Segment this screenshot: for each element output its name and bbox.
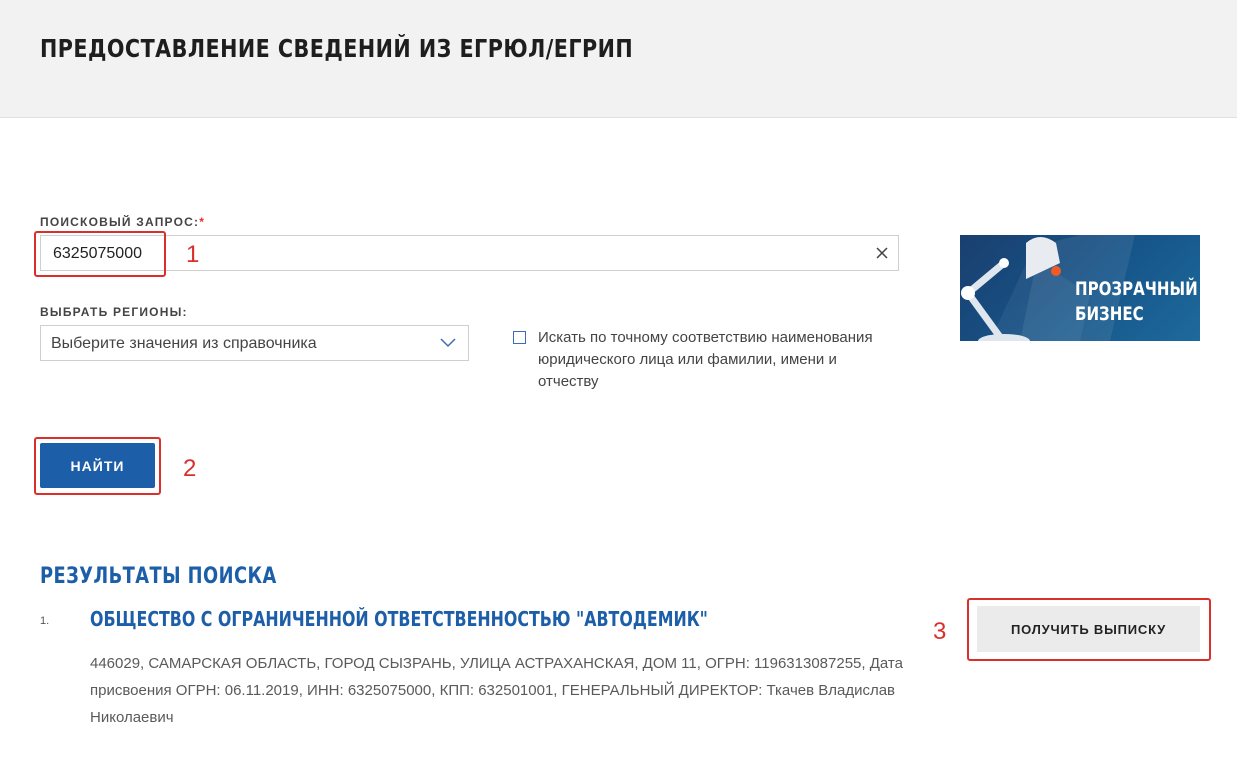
highlight-box-2 xyxy=(34,437,161,495)
required-mark: * xyxy=(199,215,206,229)
result-company-link[interactable]: ОБЩЕСТВО С ОГРАНИЧЕННОЙ ОТВЕТСТВЕННОСТЬЮ… xyxy=(90,607,708,631)
annotation-3: 3 xyxy=(933,618,947,645)
exact-match-checkbox[interactable] xyxy=(513,331,526,344)
result-details: 446029, САМАРСКАЯ ОБЛАСТЬ, ГОРОД СЫЗРАНЬ… xyxy=(90,655,903,726)
regions-select-value: Выберите значения из справочника xyxy=(51,335,317,352)
close-icon[interactable] xyxy=(874,245,890,261)
search-field xyxy=(40,235,899,272)
chevron-down-icon xyxy=(440,338,456,348)
page-title: ПРЕДОСТАВЛЕНИЕ СВЕДЕНИЙ ИЗ ЕГРЮЛ/ЕГРИП xyxy=(40,34,634,63)
results-title: РЕЗУЛЬТАТЫ ПОИСКА xyxy=(40,564,277,589)
regions-select[interactable]: Выберите значения из справочника xyxy=(40,325,469,361)
exact-match-label: Искать по точному соответствию наименова… xyxy=(538,329,873,390)
highlight-box-3 xyxy=(967,598,1211,661)
result-number: 1. xyxy=(40,615,50,627)
annotation-1: 1 xyxy=(186,241,200,268)
regions-label: ВЫБРАТЬ РЕГИОНЫ: xyxy=(40,305,188,319)
highlight-box-1 xyxy=(34,231,166,277)
transparent-business-banner[interactable]: ПРОЗРАЧНЫЙ БИЗНЕС xyxy=(960,235,1200,341)
banner-text: ПРОЗРАЧНЫЙ БИЗНЕС xyxy=(1075,277,1198,327)
banner-line1: ПРОЗРАЧНЫЙ xyxy=(1075,278,1198,300)
annotation-2: 2 xyxy=(183,455,197,482)
search-label-text: ПОИСКОВЫЙ ЗАПРОС: xyxy=(40,215,200,229)
banner-line2: БИЗНЕС xyxy=(1075,303,1144,325)
page-header: ПРЕДОСТАВЛЕНИЕ СВЕДЕНИЙ ИЗ ЕГРЮЛ/ЕГРИП xyxy=(0,0,1237,118)
search-label: ПОИСКОВЫЙ ЗАПРОС:* xyxy=(40,215,205,229)
search-input[interactable] xyxy=(51,236,855,272)
